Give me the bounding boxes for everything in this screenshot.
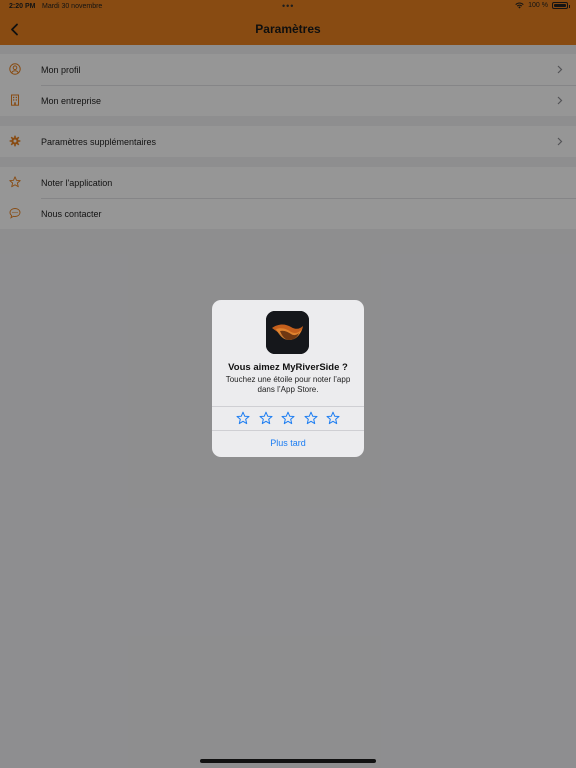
star-5-icon[interactable] [326,411,340,425]
dialog-message: Touchez une étoile pour noter l’app dans… [225,375,351,394]
app-logo [266,311,309,354]
star-3-icon[interactable] [281,411,295,425]
dialog-title: Vous aimez MyRiverSide ? [228,362,348,373]
star-2-icon[interactable] [259,411,273,425]
star-4-icon[interactable] [304,411,318,425]
star-1-icon[interactable] [236,411,250,425]
star-rating [212,406,364,431]
later-button[interactable]: Plus tard [212,438,364,448]
settings-screen: 2:20 PM Mardi 30 novembre ••• 100 % Para… [0,0,576,768]
home-indicator[interactable] [200,759,376,763]
rating-dialog: Vous aimez MyRiverSide ? Touchez une éto… [212,300,364,457]
